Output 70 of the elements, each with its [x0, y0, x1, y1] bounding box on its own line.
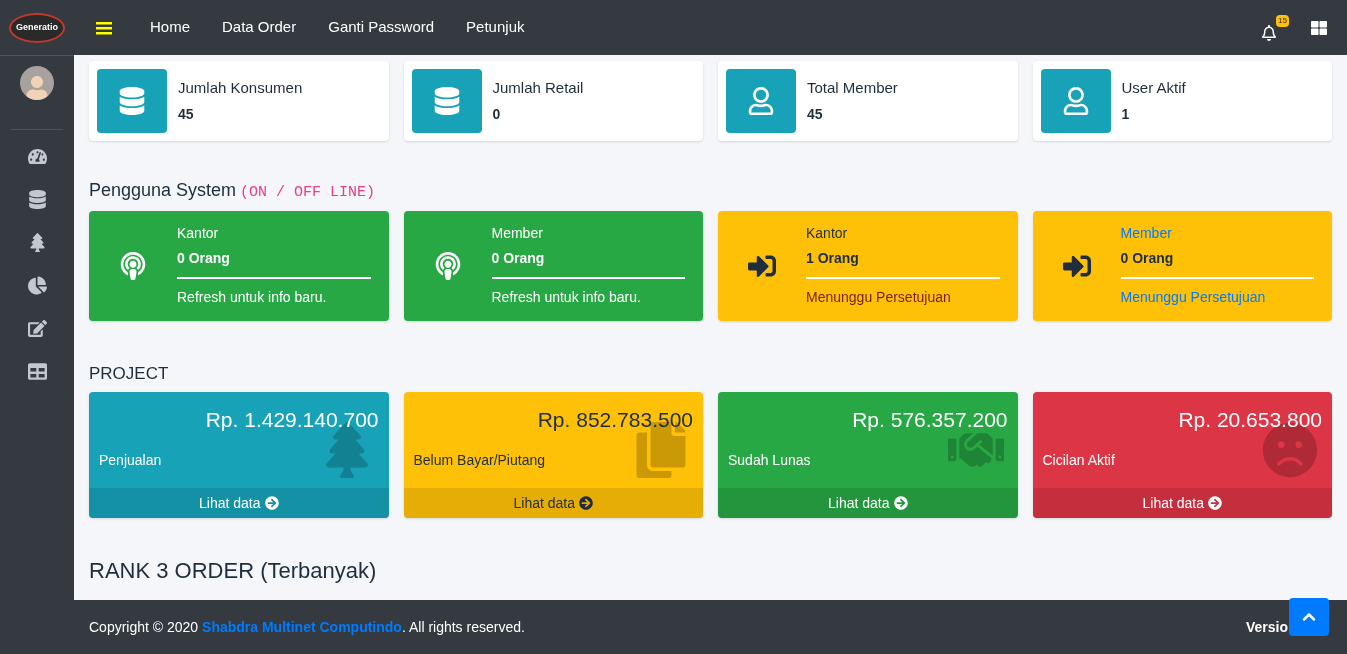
logo: Generatio — [9, 12, 65, 43]
database-icon — [432, 87, 461, 115]
tree-icon — [27, 233, 47, 252]
database-icon — [27, 190, 47, 209]
sidebar-item[interactable] — [25, 361, 49, 382]
status-card-count: 1 Orang — [806, 249, 860, 268]
status-card-title: Kantor — [177, 224, 220, 243]
info-box-label: Jumlah Konsumen — [178, 78, 303, 99]
grid-icon[interactable] — [1311, 19, 1327, 36]
sidebar-item[interactable] — [25, 275, 49, 296]
pie-chart-icon — [27, 276, 47, 295]
view-data-link[interactable]: Lihat data — [403, 488, 703, 518]
status-card-note: Menunggu Persetujuan — [806, 288, 952, 307]
view-data-link[interactable]: Lihat data — [718, 488, 1018, 518]
status-card-title: Member — [1120, 224, 1173, 243]
info-box-label: Jumlah Retail — [492, 78, 584, 99]
status-card-count: 0 Orang — [491, 249, 546, 268]
table-icon — [27, 362, 47, 381]
project-label: Penjualan — [99, 450, 162, 470]
arrow-right-icon — [264, 496, 279, 510]
notification-badge: 15 — [1276, 14, 1289, 27]
arrow-right-icon — [1208, 496, 1222, 510]
avatar — [20, 66, 54, 100]
status-card-note: Refresh untuk info baru. — [177, 288, 328, 307]
status-card-title: Kantor — [806, 224, 849, 243]
info-box-value: 1 — [1121, 104, 1131, 124]
nav-link[interactable]: Petunjuk — [450, 16, 541, 39]
bell-icon — [1261, 24, 1277, 41]
section-title: PROJECT — [89, 362, 169, 385]
view-data-link[interactable]: Lihat data — [89, 488, 389, 518]
info-box-label: Total Member — [807, 78, 898, 99]
view-data-link[interactable]: Lihat data — [1032, 488, 1332, 518]
arrow-right-icon — [579, 496, 593, 510]
nav-link[interactable]: Home — [134, 16, 206, 39]
info-box-value: 45 — [178, 104, 195, 124]
status-card-note: Refresh untuk info baru. — [491, 288, 642, 307]
status-card-count: 0 Orang — [177, 249, 231, 268]
nav-link[interactable]: Ganti Password — [312, 16, 451, 39]
status-card-note: Menunggu Persetujuan — [1120, 288, 1267, 307]
info-box-value: 0 — [492, 104, 502, 124]
status-card-title: Member — [491, 224, 544, 243]
edit-icon — [27, 319, 47, 338]
broadcast-icon — [433, 251, 462, 280]
section-title: RANK 3 ORDER (Terbanyak) — [89, 558, 377, 584]
project-label: Sudah Lunas — [728, 450, 811, 470]
info-box-label: User Aktif — [1121, 78, 1186, 99]
project-amount: Rp. 576.357.200 — [852, 407, 1008, 433]
sidebar-item[interactable] — [25, 146, 49, 167]
gauge-icon — [27, 147, 47, 166]
version-text: Versio — [1245, 617, 1288, 637]
arrow-right-icon — [893, 496, 908, 510]
notification-button[interactable]: 15 — [1261, 14, 1289, 41]
project-amount: Rp. 20.653.800 — [1178, 407, 1322, 433]
project-label: Cicilan Aktif — [1042, 450, 1115, 470]
back-to-top-button[interactable] — [1289, 598, 1329, 636]
project-amount: Rp. 1.429.140.700 — [205, 407, 379, 433]
user-icon — [747, 87, 775, 115]
user-icon — [1061, 87, 1090, 115]
project-amount: Rp. 852.783.500 — [537, 407, 693, 433]
status-label: (ON / OFF LINE) — [240, 183, 376, 203]
section-title: Pengguna System — [89, 179, 237, 202]
copyright-text: Copyright © 2020 Shabdra Multinet Computindo. All rights reserved. — [89, 617, 525, 637]
info-box-value: 45 — [807, 104, 824, 124]
sidebar-item[interactable] — [25, 318, 49, 339]
menu-icon[interactable] — [96, 20, 112, 35]
database-icon — [118, 87, 146, 115]
status-card-count: 0 Orang — [1120, 249, 1175, 268]
project-label: Belum Bayar/Piutang — [413, 450, 546, 470]
broadcast-icon — [119, 251, 147, 280]
nav-link[interactable]: Data Order — [206, 16, 313, 39]
